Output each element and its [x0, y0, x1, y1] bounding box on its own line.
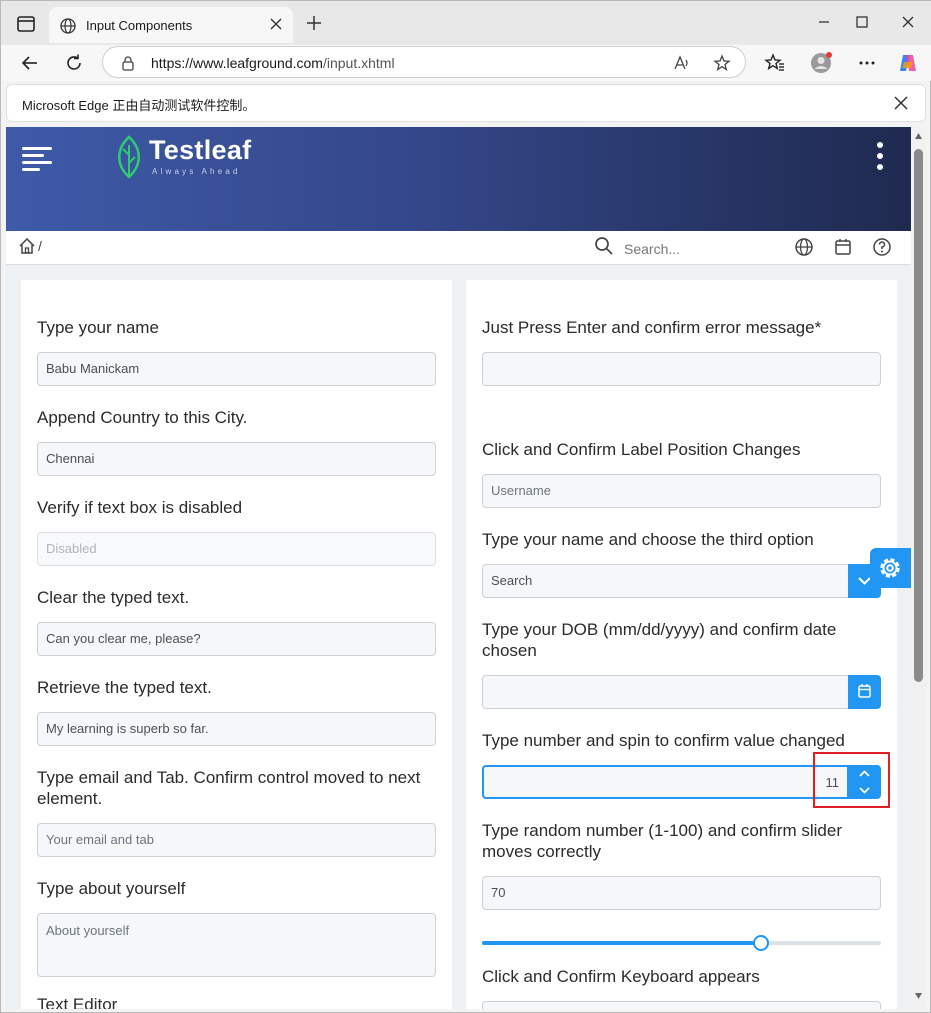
clear-text-input[interactable]: Can you clear me, please?	[37, 622, 436, 656]
close-infobar-icon[interactable]	[893, 95, 909, 111]
breadcrumb-separator: /	[38, 238, 42, 254]
minimize-icon[interactable]	[813, 11, 835, 33]
field-label-disabled-check: Verify if text box is disabled	[37, 498, 243, 517]
maximize-icon[interactable]	[851, 11, 873, 33]
retrieve-text-input[interactable]: My learning is superb so far.	[37, 712, 436, 746]
field-label-keyboard: Click and Confirm Keyboard appears	[482, 967, 760, 986]
scroll-thumb[interactable]	[914, 149, 923, 682]
tab-title: Input Components	[86, 18, 193, 33]
navigation-bar: https://www.leafground.com/input.xhtml	[1, 45, 931, 81]
field-label-autocomplete: Type your name and choose the third opti…	[482, 530, 814, 549]
lock-icon[interactable]	[121, 55, 135, 71]
field-label-press-enter: Just Press Enter and confirm error messa…	[482, 318, 822, 337]
date-picker-button[interactable]	[848, 675, 881, 709]
testleaf-leaf-logo-icon	[118, 135, 140, 179]
profile-avatar-icon[interactable]	[810, 52, 832, 74]
left-input-card: Type your name Babu Manickam Append Coun…	[21, 280, 452, 1009]
field-label-text-editor: Text Editor	[37, 995, 118, 1009]
about-yourself-textarea[interactable]: About yourself	[37, 913, 436, 977]
field-label-slider: Type random number (1-100) and confirm s…	[482, 821, 842, 861]
browser-window: Input Components https://www.leafground.…	[0, 0, 931, 1013]
url-text[interactable]: https://www.leafground.com/input.xhtml	[151, 55, 395, 71]
close-tab-icon[interactable]	[267, 15, 285, 33]
read-aloud-icon[interactable]	[673, 54, 691, 72]
append-country-input[interactable]: Chennai	[37, 442, 436, 476]
tab-bar: Input Components	[1, 1, 931, 45]
field-label-append-country: Append Country to this City.	[37, 408, 248, 427]
language-globe-icon[interactable]	[794, 237, 814, 257]
copilot-icon[interactable]	[897, 52, 919, 74]
field-label-email-tab: Type email and Tab. Confirm control move…	[37, 768, 421, 808]
username-float-input[interactable]: Username	[482, 474, 881, 508]
field-label-retrieve-text: Retrieve the typed text.	[37, 678, 212, 697]
infobar-message: Microsoft Edge 正由自动测试软件控制。	[22, 98, 256, 113]
more-options-icon[interactable]	[856, 52, 878, 74]
slider-value-input[interactable]: 70	[482, 876, 881, 910]
dob-date-input[interactable]	[482, 675, 849, 709]
scroll-up-arrow-icon[interactable]	[914, 132, 923, 140]
automation-infobar: Microsoft Edge 正由自动测试软件控制。	[6, 84, 926, 122]
globe-icon	[60, 18, 76, 34]
header-kebab-menu-icon[interactable]	[876, 141, 884, 171]
field-label-dob: Type your DOB (mm/dd/yyyy) and confirm d…	[482, 620, 837, 660]
site-search-input[interactable]	[624, 239, 774, 259]
autocomplete-search-input[interactable]: Search	[482, 564, 849, 598]
email-tab-input[interactable]: Your email and tab	[37, 823, 436, 857]
right-input-card: Just Press Enter and confirm error messa…	[466, 280, 897, 1009]
refresh-icon[interactable]	[63, 52, 85, 74]
slider-handle[interactable]	[753, 935, 770, 951]
favorites-icon[interactable]	[764, 52, 786, 74]
page-viewport: Testleaf Always Ahead / Search... Type y…	[6, 127, 911, 1009]
logo-tagline: Always Ahead	[152, 167, 241, 176]
keyboard-input[interactable]	[482, 1001, 881, 1009]
close-window-icon[interactable]	[897, 11, 919, 33]
help-question-icon[interactable]	[872, 237, 892, 257]
site-header: Testleaf Always Ahead	[6, 127, 911, 231]
gear-icon	[880, 558, 900, 578]
theme-settings-button[interactable]	[870, 548, 912, 588]
home-icon[interactable]	[18, 237, 36, 255]
type-name-input[interactable]: Babu Manickam	[37, 352, 436, 386]
field-label-type-name: Type your name	[37, 318, 159, 337]
field-label-spinner: Type number and spin to confirm value ch…	[482, 731, 845, 750]
page-scrollbar[interactable]	[911, 127, 926, 1009]
press-enter-input[interactable]	[482, 352, 881, 386]
slider-range-fill	[482, 941, 762, 945]
calendar-icon[interactable]	[833, 237, 853, 257]
field-label-clear-text: Clear the typed text.	[37, 588, 190, 607]
back-arrow-icon[interactable]	[19, 52, 41, 74]
address-bar[interactable]: https://www.leafground.com/input.xhtml	[102, 46, 746, 78]
logo-text: Testleaf	[149, 135, 252, 165]
favorite-star-icon[interactable]	[713, 54, 731, 72]
spinner-number-input[interactable]: 11	[482, 765, 849, 799]
field-label-about-yourself: Type about yourself	[37, 879, 186, 898]
breadcrumb-bar: /	[6, 231, 911, 265]
scroll-down-arrow-icon[interactable]	[914, 992, 923, 1000]
calendar-icon	[858, 684, 871, 698]
tab-actions-icon[interactable]	[15, 13, 37, 35]
highlight-annotation-box	[813, 752, 890, 808]
field-label-label-position: Click and Confirm Label Position Changes	[482, 440, 801, 459]
search-icon[interactable]	[594, 236, 614, 256]
new-tab-icon[interactable]	[305, 14, 323, 32]
tab-input-components[interactable]: Input Components	[49, 7, 293, 43]
menu-hamburger-icon[interactable]	[22, 145, 52, 171]
disabled-input: Disabled	[37, 532, 436, 566]
